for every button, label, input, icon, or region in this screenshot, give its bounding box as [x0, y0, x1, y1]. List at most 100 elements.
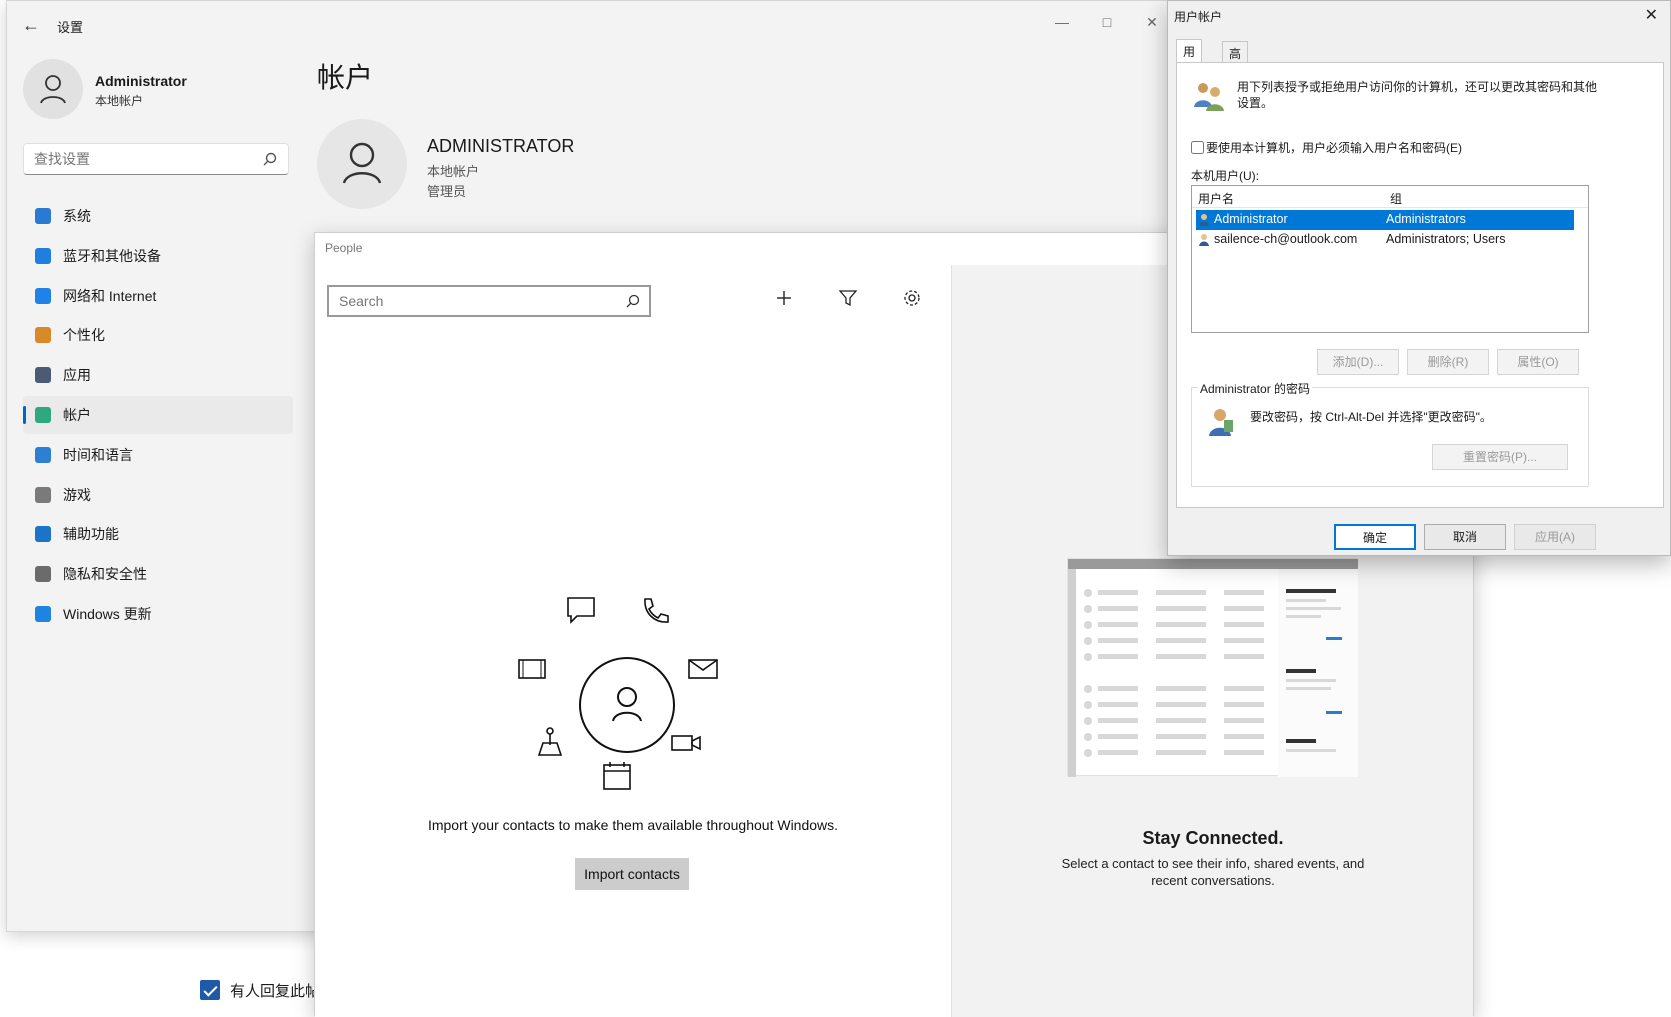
- add-contact-icon[interactable]: [773, 287, 795, 309]
- sidebar-item-label: Windows 更新: [63, 605, 152, 622]
- sidebar-item-label: 系统: [63, 208, 91, 224]
- contacts-preview-illustration: [1067, 558, 1358, 777]
- sidebar-item[interactable]: 网络和 Internet: [23, 277, 293, 315]
- map-pin-icon: [537, 727, 563, 756]
- ok-button[interactable]: 确定: [1334, 524, 1416, 550]
- settings-titlebar: ← 设置 — □ ✕: [7, 1, 1235, 49]
- tab-users[interactable]: 用户: [1176, 39, 1203, 76]
- people-search-input[interactable]: [329, 287, 609, 315]
- sidebar-item[interactable]: 隐私和安全性: [23, 555, 293, 593]
- apply-button[interactable]: 应用(A): [1514, 524, 1596, 550]
- sidebar-item-label: 网络和 Internet: [63, 287, 157, 304]
- stay-connected-title: Stay Connected.: [1142, 828, 1284, 848]
- video-icon: [671, 735, 701, 751]
- user-row[interactable]: sailence-ch@outlook.com Administrators; …: [1196, 230, 1574, 250]
- sidebar-item[interactable]: 蓝牙和其他设备: [23, 237, 293, 275]
- sidebar-item-label: 时间和语言: [63, 446, 133, 463]
- sidebar-item-label: 辅助功能: [63, 526, 119, 543]
- password-groupbox: Administrator 的密码 要改密码，按 Ctrl-Alt-Del 并选…: [1191, 380, 1589, 487]
- user-icon: [342, 142, 382, 184]
- profile-avatar: [23, 59, 83, 119]
- clock-globe-icon: [35, 446, 51, 463]
- column-username[interactable]: 用户名: [1198, 190, 1234, 207]
- sidebar-item-label: 帐户: [63, 406, 91, 423]
- import-contacts-button[interactable]: Import contacts: [575, 858, 689, 890]
- reset-password-button[interactable]: 重置密码(P)...: [1432, 444, 1568, 470]
- people-hero-illustration: [515, 595, 755, 815]
- close-icon[interactable]: ✕: [1137, 9, 1167, 35]
- user-account-icon: [1199, 214, 1209, 226]
- apps-icon: [35, 367, 51, 384]
- sidebar-item[interactable]: 辅助功能: [23, 515, 293, 553]
- settings-title: 设置: [57, 20, 84, 35]
- user-name: Administrator: [1214, 212, 1288, 226]
- local-users-list[interactable]: 用户名 组 Administrator Administrators saile…: [1191, 185, 1589, 333]
- people-search[interactable]: [327, 285, 651, 317]
- contact-circle: [579, 657, 675, 753]
- profile-type: 本地帐户: [95, 94, 144, 108]
- people-list-pane: Import your contacts to make them availa…: [315, 265, 951, 1017]
- maximize-icon[interactable]: □: [1092, 9, 1122, 35]
- search-icon[interactable]: [625, 293, 641, 309]
- tab-advanced[interactable]: 高级: [1222, 41, 1249, 78]
- users-group-icon: [1194, 83, 1224, 111]
- sidebar-item[interactable]: 游戏: [23, 476, 293, 514]
- user-name: sailence-ch@outlook.com: [1214, 232, 1358, 246]
- properties-button[interactable]: 属性(O): [1497, 349, 1579, 375]
- list-header: 用户名 组: [1192, 186, 1588, 208]
- sidebar-item[interactable]: 时间和语言: [23, 436, 293, 474]
- back-arrow-icon[interactable]: ←: [21, 15, 41, 35]
- profile-name: Administrator: [95, 73, 187, 89]
- accessibility-icon: [35, 526, 51, 543]
- settings-search-input[interactable]: [24, 144, 244, 174]
- sidebar-item-label: 应用: [63, 367, 91, 384]
- sidebar-item[interactable]: Windows 更新: [23, 595, 293, 633]
- user-password-icon: [1209, 409, 1233, 436]
- filter-icon[interactable]: [837, 287, 859, 309]
- people-title: People: [325, 241, 363, 255]
- film-icon: [518, 659, 546, 679]
- dialog-title: 用户帐户: [1174, 10, 1223, 24]
- account-avatar: [317, 119, 407, 209]
- user-row[interactable]: Administrator Administrators: [1196, 210, 1574, 230]
- gamepad-icon: [35, 486, 51, 503]
- bluetooth-icon: [35, 247, 51, 264]
- reply-notify-checkbox[interactable]: [200, 980, 220, 1000]
- require-password-option[interactable]: 要使用本计算机，用户必须输入用户名和密码(E): [1191, 139, 1462, 156]
- sidebar-item[interactable]: 系统: [23, 197, 293, 235]
- import-description: Import your contacts to make them availa…: [427, 817, 839, 833]
- remove-user-button[interactable]: 删除(R): [1407, 349, 1489, 375]
- close-icon[interactable]: ✕: [1645, 5, 1658, 25]
- column-group[interactable]: 组: [1390, 190, 1402, 207]
- local-users-label: 本机用户(U):: [1191, 169, 1259, 183]
- add-user-button[interactable]: 添加(D)...: [1317, 349, 1399, 375]
- sidebar-item[interactable]: 应用: [23, 356, 293, 394]
- sidebar-item-label: 蓝牙和其他设备: [63, 247, 161, 264]
- require-password-label: 要使用本计算机，用户必须输入用户名和密码(E): [1206, 141, 1462, 155]
- calendar-icon: [603, 762, 631, 790]
- mail-icon: [688, 659, 718, 679]
- settings-nav: 系统蓝牙和其他设备 网络和 Internet 个性化应用帐户时间和语言游戏辅助功能隐…: [23, 197, 293, 635]
- search-icon[interactable]: [262, 151, 278, 167]
- wifi-icon: [35, 287, 51, 304]
- page-title: 帐户: [317, 62, 374, 93]
- person-icon: [612, 687, 642, 722]
- stay-connected-text: Select a contact to see their info, shar…: [1061, 856, 1365, 888]
- account-role: 管理员: [427, 184, 467, 199]
- settings-gear-icon[interactable]: [901, 287, 923, 309]
- brush-icon: [35, 327, 51, 344]
- sidebar-item[interactable]: 个性化: [23, 316, 293, 354]
- system-icon: [35, 208, 51, 224]
- sidebar-item-label: 游戏: [63, 486, 91, 503]
- account-icon: [35, 406, 51, 423]
- password-instructions: 要改密码，按 Ctrl-Alt-Del 并选择"更改密码"。: [1250, 410, 1492, 424]
- settings-search[interactable]: [23, 143, 289, 175]
- cancel-button[interactable]: 取消: [1424, 524, 1506, 550]
- minimize-icon[interactable]: —: [1047, 9, 1077, 35]
- user-accounts-dialog: 用户帐户 ✕ 用户 高级 用下列表授予或拒绝用户访问你的计算机，还可以更改其密码…: [1167, 0, 1671, 556]
- user-group: Administrators: [1386, 212, 1466, 226]
- sidebar-item[interactable]: 帐户: [23, 395, 293, 434]
- sidebar-item-label: 隐私和安全性: [63, 566, 147, 583]
- require-password-checkbox[interactable]: [1191, 141, 1204, 154]
- shield-icon: [35, 566, 51, 583]
